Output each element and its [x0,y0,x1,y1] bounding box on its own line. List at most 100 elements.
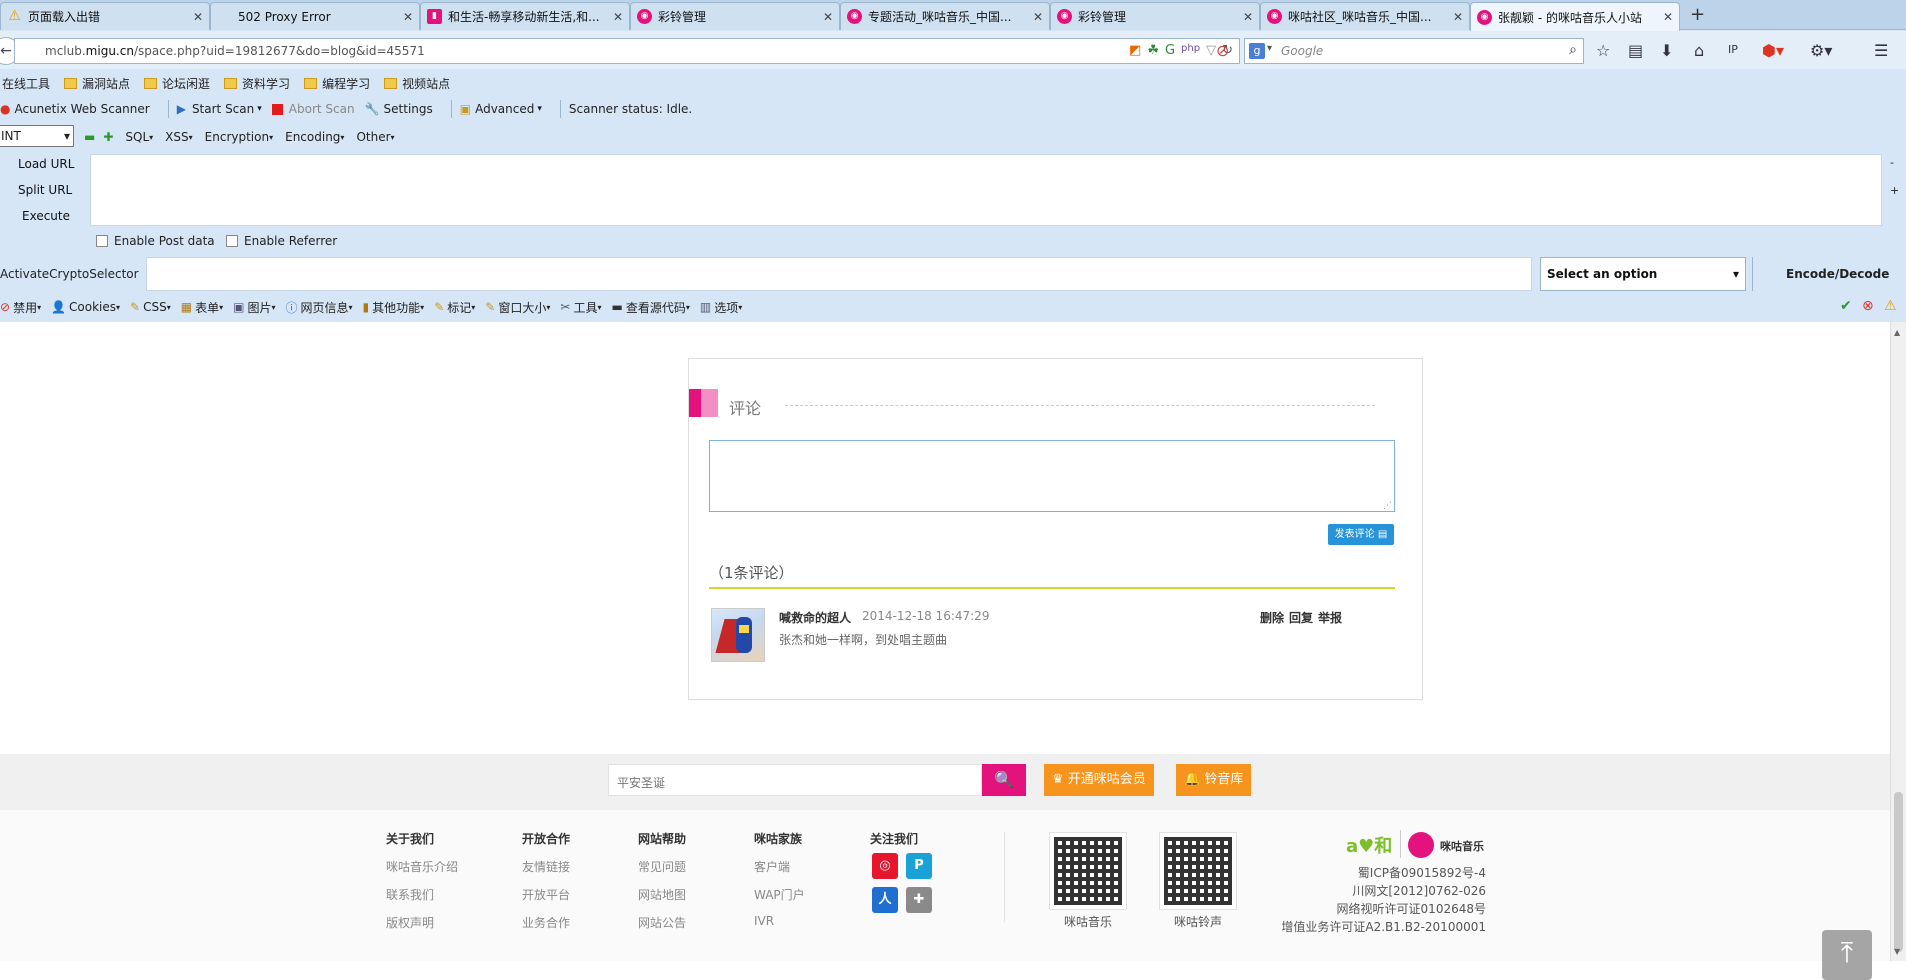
tab-4[interactable]: ◉ 彩铃管理 ✕ [630,2,840,30]
hackbar-url-textarea[interactable] [90,154,1882,226]
footer-link[interactable]: 客户端 [754,858,790,875]
footer-search-button[interactable]: 🔍 [982,764,1026,796]
g-icon[interactable]: G [1165,43,1175,58]
webdev-source[interactable]: ▬ 查看源代码 ▾ [611,299,689,316]
webdev-cookies[interactable]: 👤 Cookies ▾ [51,300,120,314]
url-bar[interactable]: mclub.migu.cn/space.php?uid=19812677&do=… [14,38,1240,64]
minus-icon[interactable]: - [1890,156,1894,169]
tab-5[interactable]: ◉ 专题活动_咪咕音乐_中国... ✕ [840,2,1050,30]
xss-menu[interactable]: XSS ▾ [165,130,192,144]
back-to-top-button[interactable]: ⤒ [1822,930,1872,980]
star-icon[interactable]: ☆ [1596,41,1610,60]
resize-handle-icon[interactable]: ⋰ [1383,501,1392,511]
encoding-menu[interactable]: Encoding ▾ [285,130,344,144]
avatar[interactable] [711,608,765,662]
renren-icon[interactable]: 人 [872,887,898,913]
webdev-tools[interactable]: ✂ 工具 ▾ [560,299,601,316]
ringtone-button[interactable]: 🔔 铃音库 [1176,764,1252,796]
error-icon[interactable]: ⊗ [1862,298,1874,314]
acunetix-logo[interactable]: ● Acunetix Web Scanner [0,102,150,116]
stats-icon[interactable]: ◩ [1129,43,1141,58]
split-url-button[interactable]: Split URL [18,183,72,197]
plus-icon[interactable]: ✚ [103,130,113,144]
footer-link[interactable]: 联系我们 [386,886,434,903]
reply-link[interactable]: 回复 [1289,609,1313,626]
close-icon[interactable]: ✕ [1033,10,1043,24]
footer-link[interactable]: 友情链接 [522,858,570,875]
advanced-button[interactable]: ▣ Advanced ▾ [460,102,542,116]
addon-icon[interactable]: ⚙▾ [1810,41,1832,60]
plus-icon[interactable]: + [1890,184,1899,197]
report-link[interactable]: 举报 [1318,609,1342,626]
webdev-info[interactable]: ⓘ 网页信息 ▾ [286,299,353,316]
scrollbar-thumb[interactable] [1894,792,1903,952]
submit-comment-button[interactable]: 发表评论 ▤ [1328,524,1394,545]
bookmark-folder[interactable]: 编程学习 [304,75,370,92]
menu-icon[interactable]: ☰ [1874,41,1888,60]
footer-link[interactable]: 咪咕音乐介绍 [386,858,458,875]
close-icon[interactable]: ✕ [1453,10,1463,24]
tab-6[interactable]: ◉ 彩铃管理 ✕ [1050,2,1260,30]
scrollbar[interactable]: ▲ ▼ [1890,322,1906,961]
minus-icon[interactable]: ▬ [84,130,95,144]
webdev-images[interactable]: ▣ 图片 ▾ [233,299,275,316]
footer-link[interactable]: 网站地图 [638,886,686,903]
close-icon[interactable]: ✕ [193,10,203,24]
crypto-select[interactable]: Select an option [1540,257,1746,291]
footer-search-input[interactable]: 平安圣诞 [608,764,982,796]
close-icon[interactable]: ✕ [1663,10,1673,24]
hackbar-select[interactable]: INT [0,125,74,147]
close-icon[interactable]: ✕ [403,10,413,24]
webdev-misc[interactable]: ▮ 其他功能 ▾ [363,299,425,316]
webdev-outline[interactable]: ✎ 标记 ▾ [434,299,475,316]
close-icon[interactable]: ✕ [1243,10,1253,24]
comment-textarea[interactable]: ⋰ [709,440,1395,512]
adblock-icon[interactable]: ⬢▾ [1762,41,1784,60]
sql-menu[interactable]: SQL ▾ [125,130,153,144]
comment-username[interactable]: 喊救命的超人 [779,609,851,626]
webdev-css[interactable]: ✎ CSS ▾ [130,300,171,314]
reading-list-icon[interactable]: ▤ [1628,41,1643,60]
search-icon[interactable]: ⌕ [1569,42,1577,58]
settings-button[interactable]: 🔧 Settings [365,102,433,116]
webdev-disable[interactable]: ⊘ 禁用 ▾ [0,299,41,316]
member-button[interactable]: ♛ 开通咪咕会员 [1044,764,1154,796]
webdev-options[interactable]: ▥ 选项 ▾ [700,299,742,316]
enable-referrer-checkbox[interactable]: Enable Referrer [226,234,337,248]
footer-link[interactable]: IVR [754,914,774,928]
crypto-input[interactable] [146,257,1532,291]
footer-link[interactable]: 常见问题 [638,858,686,875]
enable-post-checkbox[interactable]: Enable Post data [96,234,215,248]
dropdown-arrow-icon[interactable]: ▽ [1206,43,1216,58]
checkbox[interactable] [226,235,238,247]
webdev-forms[interactable]: ▦ 表单 ▾ [181,299,223,316]
tab-1[interactable]: ⚠ 页面载入出错 ✕ [0,2,210,30]
other-menu[interactable]: Other ▾ [356,130,394,144]
encryption-menu[interactable]: Encryption ▾ [205,130,273,144]
ip-icon[interactable]: IP [1728,43,1738,56]
encode-decode-button[interactable]: Encode/Decode [1786,267,1889,281]
load-url-button[interactable]: Load URL [18,157,74,171]
tab-3[interactable]: ▮ 和生活-畅享移动新生活,和... ✕ [420,2,630,30]
search-bar[interactable]: g ▾ Google ⌕ [1244,38,1584,64]
footer-link[interactable]: 网站公告 [638,914,686,931]
tab-2[interactable]: 502 Proxy Error ✕ [210,2,420,30]
bookmark-folder[interactable]: 在线工具 [2,75,50,92]
home-icon[interactable]: ⌂ [1694,41,1704,60]
pengyou-icon[interactable]: P [906,853,932,879]
footer-link[interactable]: 开放平台 [522,886,570,903]
bookmark-folder[interactable]: 论坛闲逛 [144,75,210,92]
footer-link[interactable]: 版权声明 [386,914,434,931]
bookmark-folder[interactable]: 视频站点 [384,75,450,92]
webdev-resize[interactable]: ✎ 窗口大小 ▾ [485,299,550,316]
leaf-icon[interactable]: ☘ [1147,43,1159,58]
bookmark-folder[interactable]: 资料学习 [224,75,290,92]
delete-link[interactable]: 删除 [1260,609,1284,626]
check-icon[interactable]: ✔ [1840,298,1852,314]
download-icon[interactable]: ⬇ [1660,41,1673,60]
footer-link[interactable]: 业务合作 [522,914,570,931]
chevron-down-icon[interactable]: ▾ [1267,43,1272,54]
more-share-icon[interactable]: ✚ [906,887,932,913]
weibo-icon[interactable]: ◎ [872,853,898,879]
bookmark-folder[interactable]: 漏洞站点 [64,75,130,92]
